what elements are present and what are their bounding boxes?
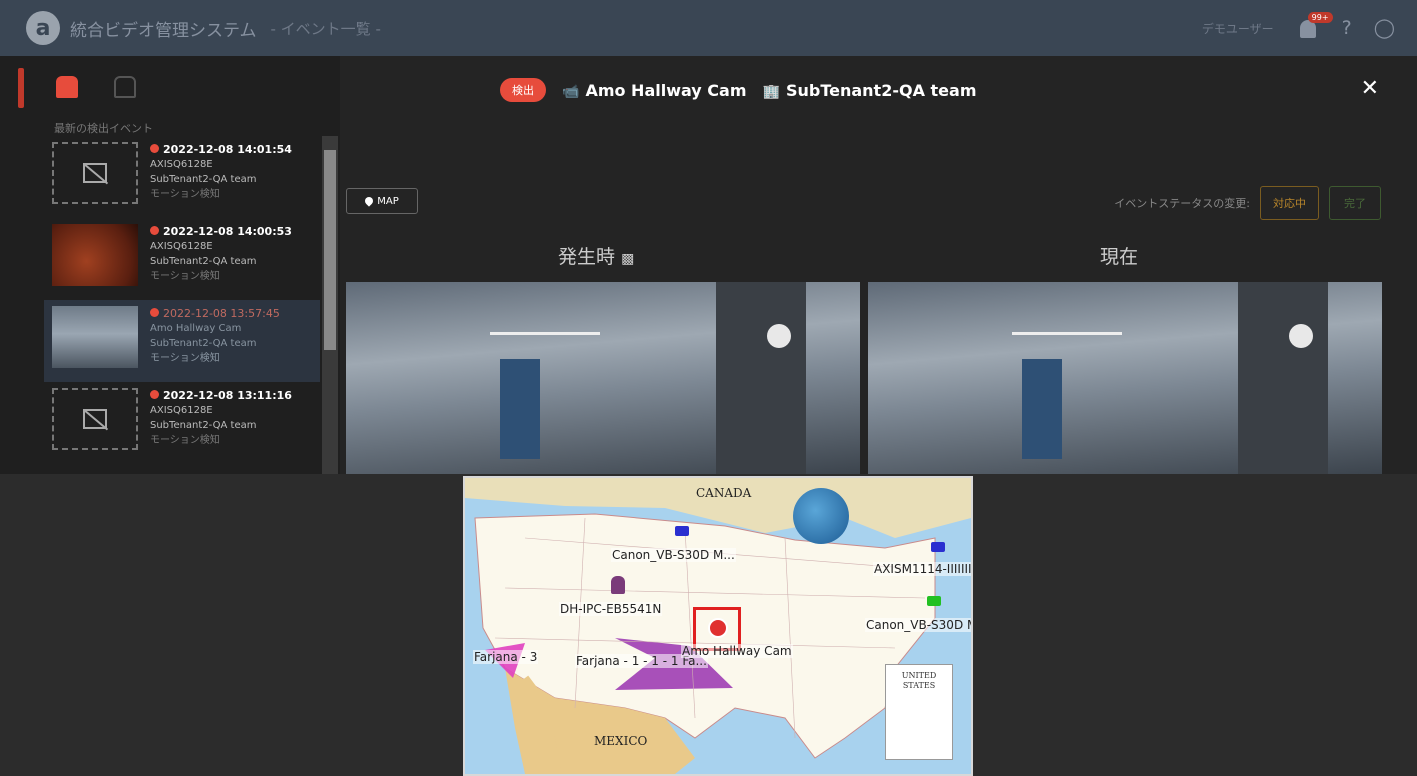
account-icon[interactable]: ◯ bbox=[1374, 17, 1395, 39]
globe-inset bbox=[793, 488, 849, 544]
status-in-progress-button[interactable]: 対応中 bbox=[1260, 186, 1319, 220]
event-tenant: SubTenant2-QA team bbox=[150, 174, 257, 185]
event-item-selected[interactable]: 2022-12-08 13:57:45 Amo Hallway Cam SubT… bbox=[44, 300, 320, 382]
alarm-icon[interactable] bbox=[56, 76, 78, 98]
alert-dot-icon bbox=[150, 144, 159, 153]
camera-marker-icon[interactable] bbox=[927, 596, 941, 606]
event-sidebar: 最新の検出イベント 2022-12-08 14:01:54 AXISQ6128E… bbox=[0, 56, 340, 474]
mexico-label: MEXICO bbox=[594, 734, 648, 748]
event-item[interactable]: 2022-12-08 13:11:16 AXISQ6128E SubTenant… bbox=[44, 382, 320, 464]
camera-marker-label: Canon_VB-S30D M... bbox=[865, 618, 971, 632]
map-popup[interactable]: CANADA MEXICO Canon_VB-S30D M... AXISM11… bbox=[463, 476, 973, 776]
notification-badge: 99+ bbox=[1307, 12, 1333, 23]
camera-marker-icon[interactable] bbox=[611, 576, 625, 594]
at-event-label: 発生時 ▩ bbox=[558, 246, 635, 268]
top-bar: a 統合ビデオ管理システム - イベント一覧 - デモユーザー 99+ ? ◯ bbox=[0, 0, 1417, 56]
map-button-label: MAP bbox=[377, 195, 399, 207]
legend-title: UNITED STATES bbox=[901, 671, 937, 690]
event-time: 2022-12-08 14:01:54 bbox=[163, 143, 292, 156]
alert-dot-icon bbox=[150, 390, 159, 399]
page-subtitle: - イベント一覧 - bbox=[270, 19, 381, 38]
event-camera: AXISQ6128E bbox=[150, 159, 213, 170]
event-thumbnail bbox=[52, 306, 138, 368]
in-progress-label: 対応中 bbox=[1273, 197, 1306, 210]
live-video[interactable] bbox=[868, 282, 1382, 474]
event-type: モーション検知 bbox=[150, 353, 220, 364]
camera-marker-label: DH-IPC-EB5541N bbox=[559, 602, 663, 616]
event-time: 2022-12-08 13:11:16 bbox=[163, 389, 292, 402]
event-type: モーション検知 bbox=[150, 189, 220, 200]
event-item[interactable]: 2022-12-08 14:01:54 AXISQ6128E SubTenant… bbox=[44, 136, 320, 218]
event-thumbnail bbox=[52, 224, 138, 286]
user-menu[interactable]: デモユーザー bbox=[1202, 20, 1274, 37]
help-icon[interactable]: ? bbox=[1342, 17, 1352, 39]
sidebar-heading: 最新の検出イベント bbox=[54, 122, 153, 135]
status-done-button[interactable]: 完了 bbox=[1329, 186, 1381, 220]
alert-dot-icon bbox=[150, 226, 159, 235]
event-time: 2022-12-08 13:57:45 bbox=[163, 307, 280, 320]
event-detail-header: 検出 📹 Amo Hallway Cam 🏢 SubTenant2-QA team bbox=[500, 78, 976, 102]
now-label: 現在 bbox=[1100, 246, 1139, 268]
detection-badge: 検出 bbox=[500, 78, 546, 102]
camera-icon: 📹 bbox=[562, 83, 580, 100]
notification-button[interactable]: 99+ bbox=[1296, 12, 1333, 40]
canada-label: CANADA bbox=[696, 486, 752, 500]
app-logo[interactable]: a bbox=[26, 11, 60, 45]
event-list-scrollbar[interactable] bbox=[322, 136, 338, 474]
selected-camera-icon bbox=[708, 618, 728, 638]
building-icon: 🏢 bbox=[762, 83, 780, 100]
top-right-tools: デモユーザー 99+ ? ◯ bbox=[1202, 0, 1395, 56]
event-item[interactable]: 2022-12-08 14:00:53 AXISQ6128E SubTenant… bbox=[44, 218, 320, 300]
sidebar-tabs bbox=[56, 76, 136, 98]
snapshot-icon: ▩ bbox=[621, 251, 635, 267]
event-camera: Amo Hallway Cam bbox=[150, 323, 242, 334]
tenant-name: SubTenant2-QA team bbox=[785, 80, 977, 100]
event-type: モーション検知 bbox=[150, 435, 220, 446]
close-icon[interactable]: ✕ bbox=[1361, 76, 1379, 101]
app-root: a 統合ビデオ管理システム - イベント一覧 - デモユーザー 99+ ? ◯ … bbox=[0, 0, 1417, 776]
alert-dot-icon bbox=[150, 308, 159, 317]
event-time: 2022-12-08 14:00:53 bbox=[163, 225, 292, 238]
camera-marker-icon[interactable] bbox=[675, 526, 689, 536]
event-list: 2022-12-08 14:01:54 AXISQ6128E SubTenant… bbox=[44, 136, 320, 474]
no-image-icon bbox=[83, 409, 107, 429]
scroll-thumb[interactable] bbox=[324, 150, 336, 350]
event-detail-panel: 検出 📹 Amo Hallway Cam 🏢 SubTenant2-QA team … bbox=[340, 56, 1417, 474]
camera-name: Amo Hallway Cam bbox=[585, 80, 747, 100]
camera-marker-label: AXISM1114-IIIIIIIIII... bbox=[873, 562, 971, 576]
status-controls: イベントステータスの変更: 対応中 完了 bbox=[1114, 186, 1381, 220]
event-tenant: SubTenant2-QA team bbox=[150, 420, 257, 431]
event-tenant: SubTenant2-QA team bbox=[150, 256, 257, 267]
map-button[interactable]: MAP bbox=[346, 188, 418, 214]
camera-marker-icon[interactable] bbox=[931, 542, 945, 552]
event-camera: AXISQ6128E bbox=[150, 405, 213, 416]
camera-marker-label: Canon_VB-S30D M... bbox=[611, 548, 736, 562]
map-legend: UNITED STATES bbox=[885, 664, 953, 760]
event-snapshot-video[interactable] bbox=[346, 282, 860, 474]
app-title: 統合ビデオ管理システム bbox=[70, 20, 257, 41]
no-image-icon bbox=[83, 163, 107, 183]
thumbnail-placeholder bbox=[52, 388, 138, 450]
camera-marker-label: Amo Hallway Cam bbox=[681, 644, 793, 658]
map-pin-icon bbox=[363, 195, 375, 207]
status-label: イベントステータスの変更: bbox=[1114, 197, 1250, 210]
done-label: 完了 bbox=[1344, 197, 1366, 210]
active-tab-indicator bbox=[18, 68, 24, 108]
camera-marker-label: Farjana - 3 bbox=[473, 650, 539, 664]
event-type: モーション検知 bbox=[150, 271, 220, 282]
alarm-off-icon[interactable] bbox=[114, 76, 136, 98]
event-tenant: SubTenant2-QA team bbox=[150, 338, 257, 349]
thumbnail-placeholder bbox=[52, 142, 138, 204]
event-camera: AXISQ6128E bbox=[150, 241, 213, 252]
